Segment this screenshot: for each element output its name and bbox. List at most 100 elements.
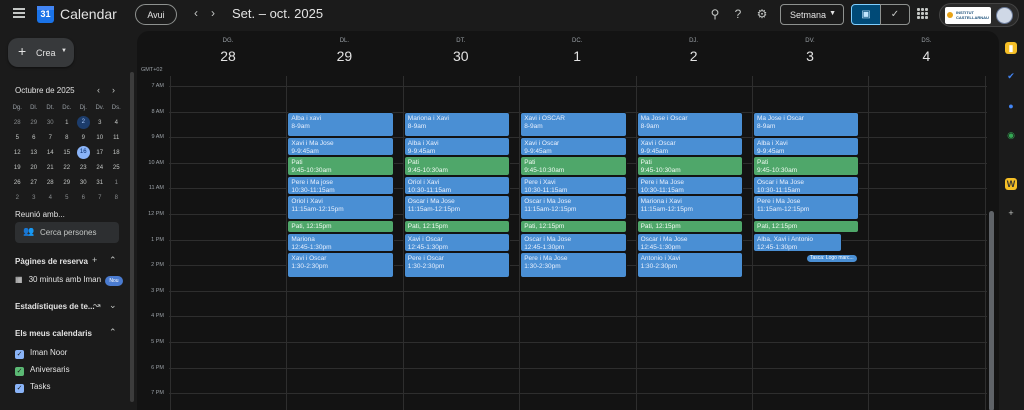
minical-day[interactable]: 31 [92, 176, 109, 191]
day-number[interactable]: 29 [286, 48, 402, 64]
calendar-event[interactable]: Pati, 12:15pm [753, 220, 860, 234]
calendar-event[interactable]: Pati 9:45-10:30am [520, 156, 627, 176]
keep-icon[interactable]: ▮ [1005, 42, 1017, 54]
calendar-item[interactable]: ✓ Iman Noor [15, 348, 67, 359]
calendar-event[interactable]: Antonio i Xavi 1:30-2:30pm [636, 252, 743, 278]
minical-day[interactable]: 24 [92, 161, 109, 176]
gear-icon[interactable]: ⚙ [755, 7, 769, 21]
minical-day[interactable]: 11 [108, 131, 125, 146]
avatar[interactable] [996, 7, 1013, 24]
calendar-event[interactable]: Oscar i Ma Jose 11:15am-12:15pm [403, 194, 511, 221]
task-chip[interactable]: Tasca: Logo marc... [807, 255, 857, 263]
maps-icon[interactable]: ◉ [1005, 129, 1017, 141]
minical-day[interactable]: 8 [59, 131, 76, 146]
day-header[interactable]: DG. 28 [170, 31, 286, 64]
minical-day[interactable]: 1 [59, 116, 76, 131]
minical-day[interactable]: 17 [92, 146, 109, 161]
minical-day[interactable]: 23 [75, 161, 92, 176]
minical-day[interactable]: 2 [9, 191, 26, 206]
calendar-event[interactable]: Pati 9:45-10:30am [753, 156, 860, 176]
calendar-event[interactable]: Alba, Xavi i Antonio 12:45-1:30pm [753, 233, 843, 253]
calendar-event[interactable]: Ma Jose i Oscar 8-9am [636, 111, 743, 138]
day-header[interactable]: DC. 1 [519, 31, 635, 64]
calendar-event[interactable]: Xavi i OSCAR 8-9am [520, 111, 627, 138]
minical-day[interactable]: 2 [75, 116, 92, 131]
day-number[interactable]: 1 [519, 48, 635, 64]
calendar-event[interactable]: Xavi i Oscar 12:45-1:30pm [403, 233, 511, 253]
calendar-event[interactable]: Oscar i Ma Jose 11:15am-12:15pm [520, 194, 627, 221]
calendar-event[interactable]: Mariona i Xavi 8-9am [403, 111, 511, 138]
scrollbar-thumb[interactable] [989, 211, 994, 410]
day-number[interactable]: 2 [636, 48, 752, 64]
minical-day[interactable]: 5 [59, 191, 76, 206]
day-header[interactable]: DS. 4 [868, 31, 984, 64]
minical-day[interactable]: 27 [26, 176, 43, 191]
calendar-event[interactable]: Xavi i Oscar 1:30-2:30pm [287, 252, 394, 278]
minical-day[interactable]: 30 [75, 176, 92, 191]
day-header[interactable]: DV. 3 [752, 31, 868, 64]
minical-next-icon[interactable]: › [112, 85, 115, 95]
minical-day[interactable]: 28 [9, 116, 26, 131]
addon-icon[interactable]: W [1005, 178, 1017, 190]
add-booking-icon[interactable]: + [92, 255, 97, 265]
next-week-icon[interactable]: › [206, 6, 220, 20]
chevron-down-icon[interactable]: ⌄ [109, 300, 117, 311]
calendar-event[interactable]: Pati, 12:15pm [403, 220, 511, 234]
search-icon[interactable]: ⚲ [708, 7, 722, 21]
chevron-up-icon[interactable]: ⌃ [109, 255, 117, 266]
calendar-event[interactable]: Xavi i Ma Jose 9-9:45am [287, 137, 394, 157]
minical-day[interactable]: 30 [42, 116, 59, 131]
minical-day[interactable]: 10 [92, 131, 109, 146]
minical-day[interactable]: 25 [108, 161, 125, 176]
minical-day[interactable]: 1 [108, 176, 125, 191]
calendar-event[interactable]: Oriol i Xavi 11:15am-12:15pm [287, 194, 394, 221]
calendar-event[interactable]: Pati, 12:15pm [636, 220, 743, 234]
minical-day[interactable]: 13 [26, 146, 43, 161]
calendar-event[interactable]: Oscar i Ma Jose 12:45-1:30pm [636, 233, 743, 253]
add-addon-icon[interactable]: + [1005, 207, 1017, 219]
calendar-event[interactable]: Pati, 12:15pm [520, 220, 627, 234]
calendar-event[interactable]: Xavi i Oscar 9-9:45am [520, 137, 627, 157]
minical-day[interactable]: 21 [42, 161, 59, 176]
minical-day[interactable]: 20 [26, 161, 43, 176]
minical-day[interactable]: 7 [42, 131, 59, 146]
sidebar-scrollbar[interactable] [130, 72, 134, 402]
day-header[interactable]: DT. 30 [403, 31, 519, 64]
calendar-event[interactable]: Alba i Xavi 9-9:45am [403, 137, 511, 157]
day-number[interactable]: 3 [752, 48, 868, 64]
create-button[interactable]: + Crea ▼ [8, 38, 74, 67]
calendar-event[interactable]: Mariona i Xavi 11:15am-12:15pm [636, 194, 743, 221]
minical-day[interactable]: 28 [42, 176, 59, 191]
minical-day[interactable]: 3 [26, 191, 43, 206]
calendar-event[interactable]: Pere i Ma jose 10:30-11:15am [287, 175, 394, 195]
minical-day[interactable]: 15 [59, 146, 76, 161]
account-button[interactable]: INSTITUT CASTELLARNAU [939, 3, 1019, 27]
today-button[interactable]: Avui [135, 4, 177, 25]
minical-day[interactable]: 8 [108, 191, 125, 206]
calendar-item[interactable]: ✓ Tasks [15, 382, 50, 393]
calendar-event[interactable]: Alba i xavi 8-9am [287, 111, 394, 138]
calendar-view-toggle[interactable]: ▣ [851, 4, 881, 25]
booking-item[interactable]: ▦ 30 minuts amb Iman [15, 275, 101, 284]
minical-day[interactable]: 6 [75, 191, 92, 206]
checkbox-icon[interactable]: ✓ [15, 367, 24, 376]
minical-day[interactable]: 12 [9, 146, 26, 161]
calendar-event[interactable]: Oriol i Xavi 10:30-11:15am [403, 175, 511, 195]
apps-grid-icon[interactable] [917, 8, 928, 19]
day-header[interactable]: DJ. 2 [636, 31, 752, 64]
minical-day[interactable]: 22 [59, 161, 76, 176]
calendar-event[interactable]: Pere i Oscar 1:30-2:30pm [403, 252, 511, 278]
my-calendars-title[interactable]: Els meus calendaris [15, 329, 92, 338]
calendar-item[interactable]: ✓ Aniversaris [15, 365, 70, 376]
minical-day[interactable]: 18 [108, 146, 125, 161]
minical-day[interactable]: 4 [42, 191, 59, 206]
calendar-event[interactable]: Pere i Ma Jose 1:30-2:30pm [520, 252, 627, 278]
minical-prev-icon[interactable]: ‹ [97, 85, 100, 95]
contacts-icon[interactable]: ● [1005, 100, 1017, 112]
grid-scrollbar[interactable] [989, 91, 994, 410]
minical-day[interactable]: 6 [26, 131, 43, 146]
calendar-event[interactable]: Mariona 12:45-1:30pm [287, 233, 394, 253]
minical-day[interactable]: 14 [42, 146, 59, 161]
calendar-event[interactable]: Ma Jose i Oscar 8-9am [753, 111, 860, 138]
minical-day[interactable]: 4 [108, 116, 125, 131]
